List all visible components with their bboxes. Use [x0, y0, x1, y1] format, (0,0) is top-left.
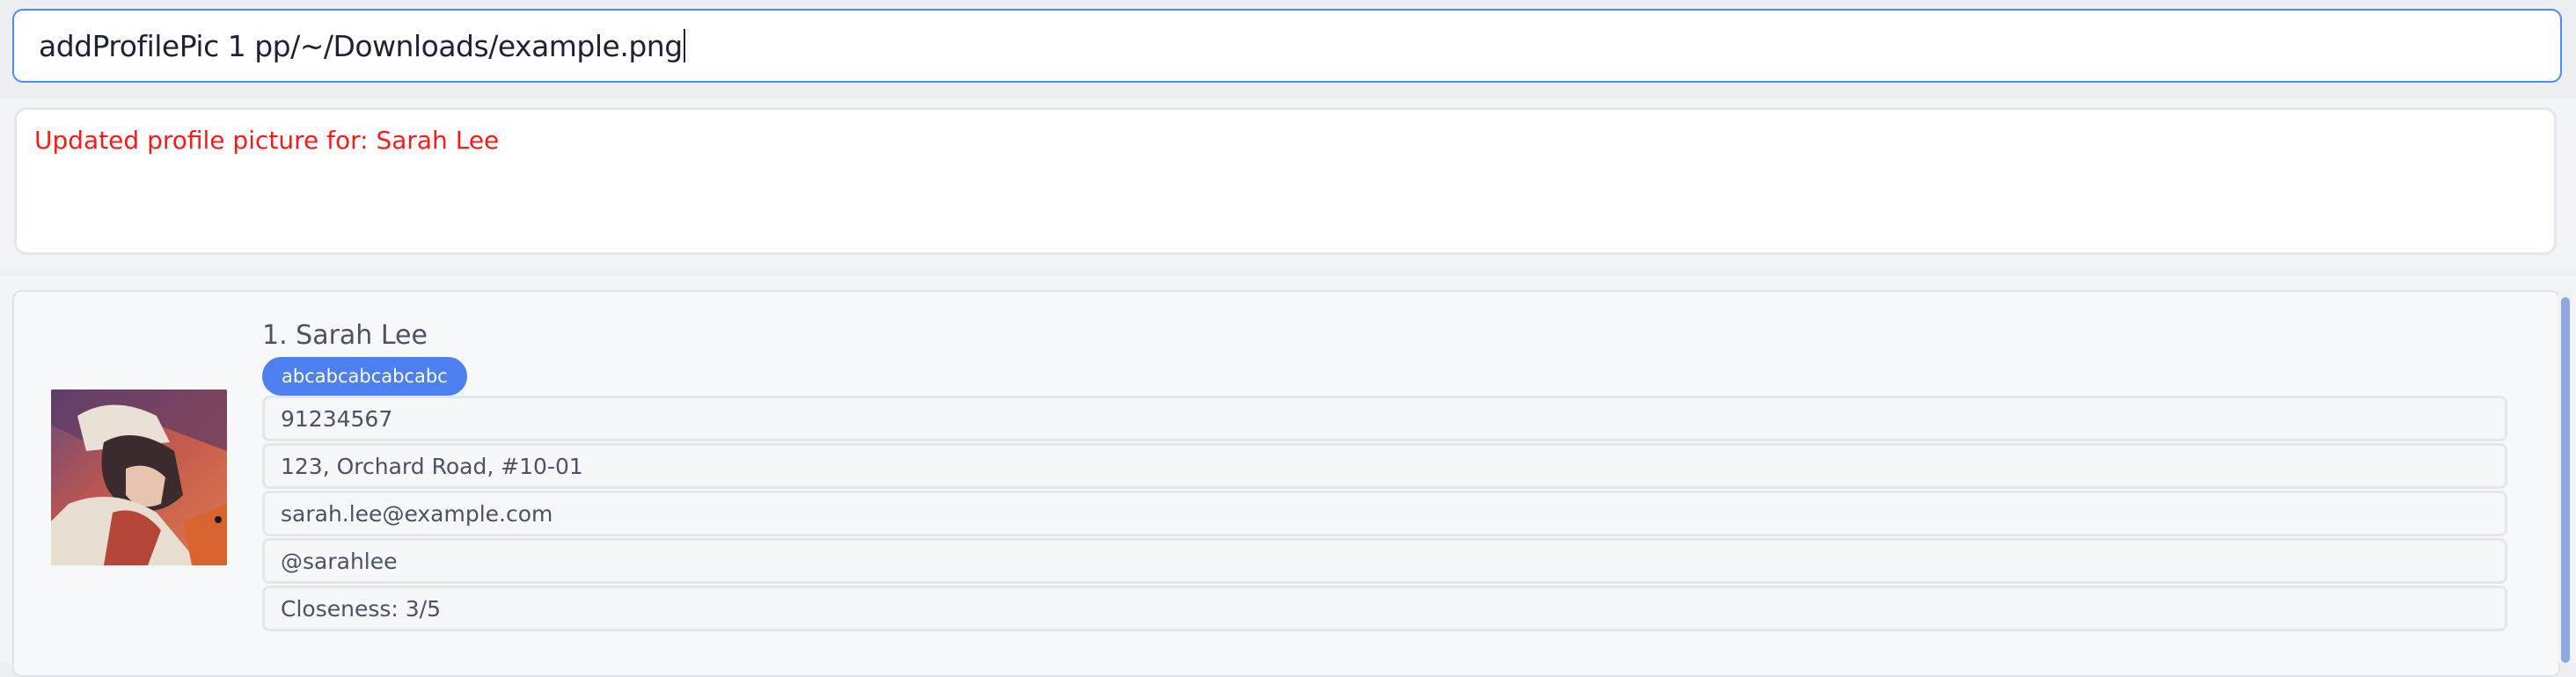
- command-input[interactable]: addProfilePic 1 pp/~/Downloads/example.p…: [12, 9, 2562, 83]
- closeness-field: Closeness: 3/5: [262, 586, 2507, 631]
- result-message: Updated profile picture for: Sarah Lee: [34, 126, 500, 155]
- result-panel: Updated profile picture for: Sarah Lee: [0, 98, 2576, 271]
- email-field: sarah.lee@example.com: [262, 491, 2507, 536]
- scrollbar[interactable]: [2558, 290, 2572, 663]
- person-name: 1. Sarah Lee: [262, 320, 428, 351]
- address-field: 123, Orchard Road, #10-01: [262, 443, 2507, 489]
- scrollbar-thumb[interactable]: [2561, 297, 2570, 663]
- command-text: addProfilePic 1 pp/~/Downloads/example.p…: [39, 28, 683, 63]
- phone-field: 91234567: [262, 396, 2507, 441]
- social-value: @sarahlee: [281, 548, 398, 574]
- email-value: sarah.lee@example.com: [281, 500, 553, 527]
- phone-value: 91234567: [281, 405, 393, 432]
- closeness-value: Closeness: 3/5: [281, 595, 441, 622]
- address-value: 123, Orchard Road, #10-01: [281, 453, 583, 479]
- tag-badge: abcabcabcabcabc: [262, 357, 467, 396]
- profile-picture: [51, 389, 227, 565]
- social-field: @sarahlee: [262, 538, 2507, 584]
- profile-picture-image: [51, 389, 227, 565]
- result-display: Updated profile picture for: Sarah Lee: [14, 107, 2557, 255]
- text-caret: [683, 29, 685, 62]
